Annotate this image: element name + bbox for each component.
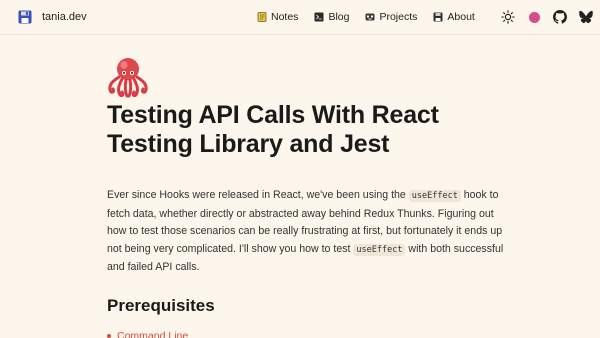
color-dot-icon [528, 11, 540, 23]
inline-code-useeffect-2: useEffect [353, 243, 406, 256]
header-tools [501, 10, 593, 24]
notebook-icon [257, 12, 267, 22]
color-theme-button[interactable] [527, 10, 541, 24]
site-home-link[interactable]: tania.dev [18, 10, 87, 24]
robot-icon [365, 12, 375, 22]
theme-toggle-icon[interactable] [501, 10, 515, 24]
nav-about[interactable]: About [433, 11, 475, 23]
terminal-icon [314, 12, 324, 22]
nav-about-label: About [447, 11, 475, 23]
nav-projects[interactable]: Projects [365, 11, 417, 23]
section-heading-prerequisites: Prerequisites [107, 296, 215, 315]
floppy-disk-logo-icon [18, 10, 32, 24]
site-name: tania.dev [42, 11, 87, 23]
inline-code-useeffect: useEffect [408, 190, 461, 202]
bullet-icon [107, 334, 111, 338]
github-icon[interactable] [553, 10, 567, 24]
top-navigation-bar: tania.dev Notes Blog Projects About [0, 0, 600, 35]
bluesky-icon[interactable] [579, 10, 593, 24]
octopus-illustration-icon [105, 54, 151, 100]
nav-notes[interactable]: Notes [257, 11, 298, 23]
main-nav: Notes Blog Projects About [257, 11, 491, 23]
nav-blog-label: Blog [328, 11, 350, 23]
article-intro: Ever since Hooks were released in React,… [107, 187, 507, 277]
intro-text-1: Ever since Hooks were released in React,… [107, 189, 409, 201]
floppy-icon [433, 12, 443, 22]
list-item[interactable]: Command Line [107, 330, 188, 338]
list-item-label: Command Line [117, 330, 189, 338]
nav-projects-label: Projects [379, 11, 418, 23]
article-title: Testing API Calls With React Testing Lib… [107, 101, 439, 158]
nav-blog[interactable]: Blog [314, 11, 349, 23]
nav-notes-label: Notes [271, 11, 299, 23]
